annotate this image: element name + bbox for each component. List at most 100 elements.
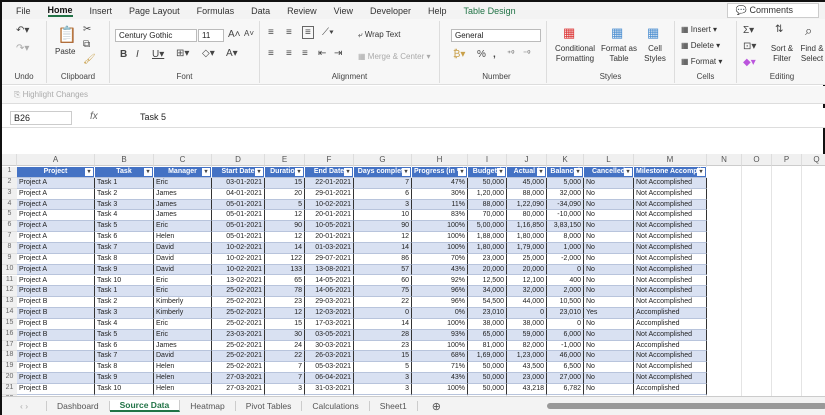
table-cell[interactable]: 0 bbox=[547, 318, 584, 330]
filter-dropdown-icon[interactable]: ▾ bbox=[255, 168, 263, 176]
sheet-tab-sheet1[interactable]: Sheet1 bbox=[370, 401, 418, 411]
table-cell[interactable]: -10,000 bbox=[547, 210, 584, 222]
table-cell[interactable]: 25-02-2021 bbox=[212, 340, 265, 352]
cell-styles-button[interactable]: Cell Styles bbox=[639, 44, 671, 64]
filter-dropdown-icon[interactable]: ▾ bbox=[537, 168, 545, 176]
table-cell[interactable]: No bbox=[584, 275, 634, 287]
table-cell[interactable]: Task 10 bbox=[95, 275, 154, 287]
table-cell[interactable]: 3 bbox=[354, 373, 412, 384]
table-cell[interactable]: 25-02-2021 bbox=[212, 308, 265, 319]
table-cell[interactable]: Not Accomplished bbox=[634, 275, 707, 287]
sheet-nav-arrows[interactable]: ‹ › bbox=[2, 401, 46, 411]
table-cell[interactable]: 29-03-2021 bbox=[305, 297, 354, 309]
table-cell[interactable]: 10 bbox=[354, 210, 412, 222]
table-cell[interactable]: 04-01-2021 bbox=[212, 188, 265, 200]
table-cell[interactable]: 96% bbox=[412, 286, 468, 298]
table-cell[interactable]: 90 bbox=[354, 221, 412, 233]
table-cell[interactable]: Task 8 bbox=[95, 362, 154, 374]
accounting-format-icon[interactable]: ₿▾ bbox=[453, 49, 465, 60]
column-header-I[interactable]: I bbox=[468, 154, 507, 166]
table-cell[interactable]: 23,000 bbox=[468, 253, 507, 265]
table-cell[interactable]: Eric bbox=[154, 221, 212, 233]
table-cell[interactable]: Project A bbox=[17, 221, 95, 233]
table-cell[interactable]: 12-03-2021 bbox=[305, 308, 354, 319]
font-name-select[interactable]: Century Gothic bbox=[115, 29, 197, 42]
table-cell[interactable]: 1,88,000 bbox=[468, 232, 507, 243]
decrease-indent-icon[interactable]: ⇤ bbox=[318, 48, 326, 59]
column-header-E[interactable]: E bbox=[265, 154, 305, 166]
table-cell[interactable]: Project A bbox=[17, 210, 95, 222]
filter-dropdown-icon[interactable]: ▾ bbox=[574, 168, 582, 176]
table-cell[interactable]: Not Accomplished bbox=[634, 329, 707, 341]
table-header-cell[interactable]: Manager ▾ bbox=[154, 167, 212, 178]
row-header[interactable]: 1 bbox=[2, 167, 17, 178]
row-header[interactable]: 3 bbox=[2, 188, 17, 200]
table-cell[interactable]: 1,16,850 bbox=[507, 221, 547, 233]
table-cell[interactable]: 1,79,000 bbox=[507, 242, 547, 254]
table-cell[interactable]: 83% bbox=[412, 210, 468, 222]
increase-decimal-icon[interactable]: ⁺⁰ bbox=[507, 49, 514, 58]
table-cell[interactable]: 26-03-2021 bbox=[305, 351, 354, 363]
table-cell[interactable]: 133 bbox=[265, 264, 305, 276]
table-cell[interactable]: 05-03-2021 bbox=[305, 362, 354, 374]
decrease-font-icon[interactable]: A˅ bbox=[244, 29, 254, 38]
table-cell[interactable]: 88,000 bbox=[468, 199, 507, 211]
table-cell[interactable]: 10,500 bbox=[547, 297, 584, 309]
filter-dropdown-icon[interactable]: ▾ bbox=[85, 168, 93, 176]
table-cell[interactable]: 2,000 bbox=[547, 286, 584, 298]
table-cell[interactable]: Eric bbox=[154, 177, 212, 189]
filter-dropdown-icon[interactable]: ▾ bbox=[344, 168, 352, 176]
table-cell[interactable]: Project B bbox=[17, 384, 95, 395]
redo-icon[interactable]: ↷▾ bbox=[16, 43, 29, 54]
table-cell[interactable]: 14 bbox=[354, 318, 412, 330]
table-cell[interactable]: Task 6 bbox=[95, 340, 154, 352]
table-cell[interactable]: Project B bbox=[17, 351, 95, 363]
table-cell[interactable]: Not Accomplished bbox=[634, 177, 707, 189]
increase-indent-icon[interactable]: ⇥ bbox=[334, 48, 342, 59]
table-cell[interactable]: No bbox=[584, 210, 634, 222]
decrease-decimal-icon[interactable]: ⁻⁰ bbox=[523, 49, 530, 58]
table-cell[interactable]: 57 bbox=[354, 264, 412, 276]
table-cell[interactable]: David bbox=[154, 264, 212, 276]
copy-icon[interactable]: ⧉ bbox=[83, 39, 90, 50]
table-cell[interactable]: 6,782 bbox=[547, 384, 584, 395]
table-cell[interactable]: 13-08-2021 bbox=[305, 264, 354, 276]
table-cell[interactable]: 25-02-2021 bbox=[212, 318, 265, 330]
table-cell[interactable]: Project B bbox=[17, 340, 95, 352]
column-header-M[interactable]: M bbox=[634, 154, 707, 166]
table-cell[interactable]: 03-05-2021 bbox=[305, 329, 354, 341]
table-cell[interactable]: No bbox=[584, 199, 634, 211]
wrap-text-button[interactable]: ⤶ Wrap Text bbox=[358, 30, 400, 40]
table-cell[interactable]: 20,000 bbox=[468, 264, 507, 276]
tab-page-layout[interactable]: Page Layout bbox=[129, 6, 180, 16]
column-header-J[interactable]: J bbox=[507, 154, 547, 166]
table-cell[interactable]: 0 bbox=[507, 308, 547, 319]
table-cell[interactable]: 68% bbox=[412, 351, 468, 363]
table-header-cell[interactable]: Task ▾ bbox=[95, 167, 154, 178]
table-cell[interactable]: 30 bbox=[265, 329, 305, 341]
table-cell[interactable]: Not Accomplished bbox=[634, 188, 707, 200]
table-cell[interactable]: 10-05-2021 bbox=[305, 221, 354, 233]
table-cell[interactable]: 32,000 bbox=[507, 286, 547, 298]
table-cell[interactable]: 13-02-2021 bbox=[212, 275, 265, 287]
table-cell[interactable]: James bbox=[154, 199, 212, 211]
sheet-tab-dashboard[interactable]: Dashboard bbox=[46, 401, 110, 411]
table-cell[interactable]: 12,500 bbox=[468, 275, 507, 287]
table-cell[interactable]: Not Accomplished bbox=[634, 242, 707, 254]
table-header-cell[interactable]: Actual (▾ bbox=[507, 167, 547, 178]
table-cell[interactable]: Eric bbox=[154, 275, 212, 287]
table-cell[interactable]: James bbox=[154, 210, 212, 222]
table-cell[interactable]: Kimberly bbox=[154, 297, 212, 309]
table-cell[interactable]: David bbox=[154, 242, 212, 254]
table-header-cell[interactable]: Days complete ▾ bbox=[354, 167, 412, 178]
align-top-icon[interactable]: ≡ bbox=[268, 27, 274, 38]
table-cell[interactable]: Project A bbox=[17, 253, 95, 265]
table-cell[interactable]: 44,000 bbox=[507, 297, 547, 309]
table-cell[interactable]: 0% bbox=[412, 308, 468, 319]
tab-formulas[interactable]: Formulas bbox=[197, 6, 235, 16]
row-header[interactable]: 19 bbox=[2, 362, 17, 374]
table-cell[interactable]: 10-02-2021 bbox=[212, 253, 265, 265]
table-cell[interactable]: No bbox=[584, 362, 634, 374]
table-cell[interactable]: 1,000 bbox=[547, 242, 584, 254]
table-cell[interactable]: Task 4 bbox=[95, 210, 154, 222]
